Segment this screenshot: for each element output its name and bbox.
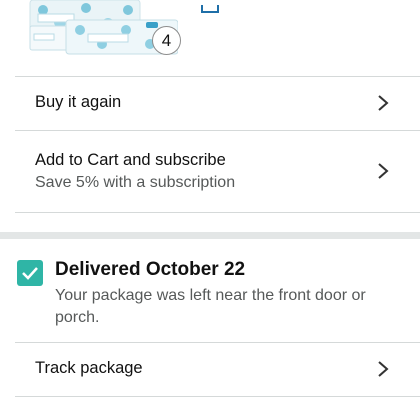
checkmark-icon bbox=[22, 267, 38, 280]
delivery-message: Your package was left near the front doo… bbox=[55, 287, 366, 326]
subscribe-title: Add to Cart and subscribe bbox=[35, 151, 226, 169]
chevron-right-icon bbox=[378, 95, 389, 111]
partial-icon bbox=[201, 0, 219, 13]
quantity-badge: 4 bbox=[152, 26, 181, 55]
delivered-check bbox=[17, 260, 43, 286]
buy-again-label: Buy it again bbox=[35, 93, 122, 111]
subscribe-row[interactable]: Add to Cart and subscribe Save 5% with a… bbox=[0, 131, 420, 211]
track-package-label: Track package bbox=[35, 359, 143, 377]
subscribe-subtitle: Save 5% with a subscription bbox=[35, 174, 236, 191]
chevron-right-icon bbox=[378, 361, 389, 377]
section-separator bbox=[0, 232, 420, 239]
divider bbox=[15, 212, 420, 213]
divider bbox=[15, 396, 420, 397]
delivery-status: Delivered October 22 bbox=[55, 259, 246, 280]
buy-again-row[interactable]: Buy it again bbox=[0, 77, 420, 129]
chevron-right-icon bbox=[378, 163, 389, 179]
track-package-row[interactable]: Track package bbox=[0, 343, 420, 395]
